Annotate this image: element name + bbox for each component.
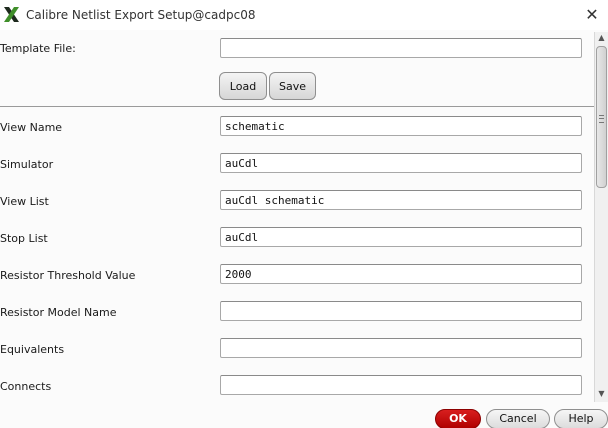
equivalents-input[interactable] — [220, 338, 582, 358]
scroll-up-arrow-icon[interactable]: ▲ — [595, 32, 608, 44]
scrollbar-thumb[interactable] — [596, 46, 607, 188]
view-list-input[interactable]: auCdl schematic — [220, 190, 582, 210]
connects-label: Connects — [0, 380, 52, 393]
cancel-button[interactable]: Cancel — [486, 409, 550, 428]
simulator-input[interactable]: auCdl — [220, 153, 582, 173]
title-bar: Calibre Netlist Export Setup@cadpc08 ✕ — [0, 0, 608, 30]
view-name-input[interactable]: schematic — [220, 116, 582, 136]
save-button[interactable]: Save — [269, 72, 316, 100]
calibre-x-icon — [4, 7, 19, 22]
ok-button[interactable]: OK — [435, 409, 481, 428]
simulator-label: Simulator — [0, 158, 54, 171]
equivalents-label: Equivalents — [0, 343, 65, 356]
resistor-model-name-label: Resistor Model Name — [0, 306, 117, 319]
template-file-input[interactable] — [220, 38, 582, 58]
connects-input[interactable] — [220, 375, 582, 395]
scroll-down-arrow-icon[interactable]: ▼ — [595, 388, 608, 400]
stop-list-label: Stop List — [0, 232, 48, 245]
window-title: Calibre Netlist Export Setup@cadpc08 — [26, 8, 256, 22]
resistor-threshold-input[interactable]: 2000 — [220, 264, 582, 284]
load-button[interactable]: Load — [219, 72, 267, 100]
resistor-threshold-label: Resistor Threshold Value — [0, 269, 136, 282]
section-divider — [0, 106, 594, 107]
view-name-label: View Name — [0, 121, 63, 134]
close-icon[interactable]: ✕ — [582, 5, 602, 25]
form-area: Template File: Load Save View Name schem… — [0, 30, 594, 402]
calibre-netlist-export-dialog: Calibre Netlist Export Setup@cadpc08 ✕ T… — [0, 0, 608, 428]
template-file-label: Template File: — [0, 42, 76, 55]
help-button[interactable]: Help — [554, 409, 608, 428]
resistor-model-name-input[interactable] — [220, 301, 582, 321]
dialog-footer: OK Cancel Help — [0, 402, 608, 428]
view-list-label: View List — [0, 195, 49, 208]
stop-list-input[interactable]: auCdl — [220, 227, 582, 247]
vertical-scrollbar[interactable]: ▲ ▼ — [594, 32, 608, 402]
grip-icon — [599, 115, 604, 123]
